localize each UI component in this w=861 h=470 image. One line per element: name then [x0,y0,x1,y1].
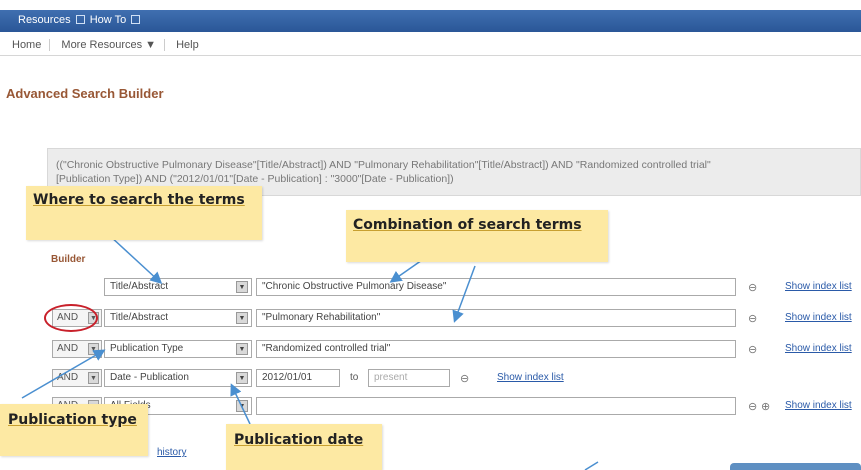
field-select-value: Title/Abstract [110,281,168,292]
field-select-value: Publication Type [110,343,184,354]
top-navigation-bar: Resources How To [0,10,861,32]
show-index-link[interactable]: Show index list [785,312,852,323]
note-publication-date: Publication date [226,424,382,470]
query-line: (("Chronic Obstructive Pulmonary Disease… [56,159,711,171]
sub-navigation: Home More Resources ▼ Help [0,34,861,56]
history-link[interactable]: history [157,447,186,458]
howto-menu[interactable]: How To [90,14,126,26]
builder-row: Title/Abstract ▼ "Chronic Obstructive Pu… [0,277,861,297]
term-input[interactable]: "Randomized controlled trial" [256,340,736,358]
and-highlight-circle [44,304,98,332]
remove-row-icon[interactable]: ⊖ [460,372,469,385]
date-from-input[interactable]: 2012/01/01 [256,369,340,387]
note-where-to-search: Where to search the terms [26,186,262,240]
chevron-down-icon[interactable]: ▼ [236,400,248,412]
more-resources-menu[interactable]: More Resources ▼ [53,39,166,51]
chevron-down-icon[interactable]: ▼ [236,312,248,324]
chevron-down-icon[interactable]: ▼ [236,281,248,293]
arrow-where-to-field [109,235,163,285]
resources-menu[interactable]: Resources [18,14,71,26]
builder-row: AND ▼ Publication Type ▼ "Randomized con… [0,339,861,359]
page-title: Advanced Search Builder [6,86,164,101]
field-select[interactable]: Title/Abstract ▼ [104,278,252,296]
help-link[interactable]: Help [168,39,207,51]
note-combination: Combination of search terms [346,210,608,262]
show-index-link[interactable]: Show index list [497,372,564,383]
query-line: [Publication Type]) AND ("2012/01/01"[Da… [56,173,454,185]
show-index-link[interactable]: Show index list [785,400,852,411]
field-select-value: Title/Abstract [110,312,168,323]
remove-row-icon[interactable]: ⊖ [748,400,757,413]
field-select[interactable]: Title/Abstract ▼ [104,309,252,327]
show-index-link[interactable]: Show index list [785,343,852,354]
builder-row: AND ▼ Date - Publication ▼ 2012/01/01 to… [0,368,861,388]
term-input[interactable]: "Pulmonary Rehabilitation" [256,309,736,327]
show-index-link[interactable]: Show index list [785,281,852,292]
note-publication-type: Publication type [0,404,148,456]
date-to-label: to [350,372,359,383]
add-row-icon[interactable]: ⊕ [761,400,770,413]
field-select[interactable]: Publication Type ▼ [104,340,252,358]
chevron-down-icon[interactable]: ▼ [236,372,248,384]
boolean-select[interactable]: AND ▼ [52,369,102,387]
menu-toggle-icon[interactable] [131,15,141,24]
field-select-value: Date - Publication [110,372,189,383]
remove-row-icon[interactable]: ⊖ [748,281,757,294]
field-select[interactable]: Date - Publication ▼ [104,369,252,387]
arrow-bottom-stub [584,461,599,470]
builder-row: AND ▼ Title/Abstract ▼ "Pulmonary Rehabi… [0,308,861,328]
home-link[interactable]: Home [4,39,51,51]
remove-row-icon[interactable]: ⊖ [748,343,757,356]
partial-button[interactable] [730,463,861,470]
chevron-down-icon[interactable]: ▼ [88,372,99,384]
term-input[interactable] [256,397,736,415]
boolean-select-value: AND [57,372,79,383]
remove-row-icon[interactable]: ⊖ [748,312,757,325]
chevron-down-icon[interactable]: ▼ [236,343,248,355]
chevron-down-icon[interactable]: ▼ [88,343,99,355]
boolean-select[interactable]: AND ▼ [52,340,102,358]
boolean-select-value: AND [57,343,79,354]
date-to-input[interactable]: present [368,369,450,387]
menu-toggle-icon[interactable] [75,15,85,24]
builder-label: Builder [51,254,86,265]
term-input[interactable]: "Chronic Obstructive Pulmonary Disease" [256,278,736,296]
